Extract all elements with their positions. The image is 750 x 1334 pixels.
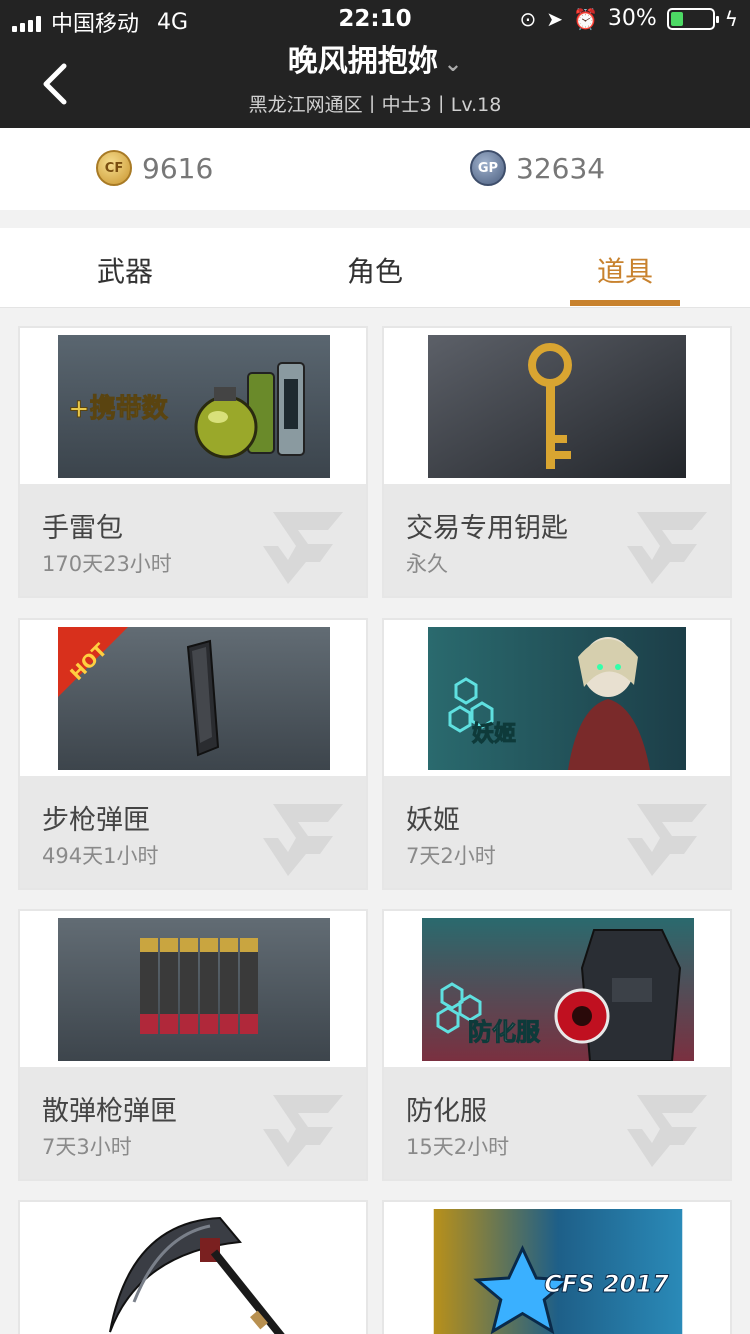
- page-title[interactable]: 晚风拥抱妳 ⌄: [0, 36, 750, 80]
- item-duration: 永久: [406, 552, 448, 576]
- cf-coin-icon: CF: [96, 150, 132, 186]
- active-tab-indicator: [570, 300, 680, 306]
- cf-points: CF 9616: [96, 150, 213, 186]
- item-card[interactable]: [18, 1200, 368, 1334]
- grenade-overlay-text: +携带数: [68, 393, 169, 424]
- battery-icon: [666, 7, 719, 30]
- item-card[interactable]: 防化服 防化服 15天2小时: [382, 909, 732, 1181]
- item-duration: 494天1小时: [42, 844, 159, 868]
- hazmat-overlay-text: 防化服: [468, 1018, 541, 1046]
- cfs-overlay-text: CFS 2017: [544, 1270, 669, 1298]
- character-image: 妖姬: [428, 627, 686, 770]
- item-thumbnail: [20, 911, 366, 1067]
- tab-characters[interactable]: 角色: [250, 250, 500, 290]
- scythe-image: [109, 1216, 285, 1334]
- cfs-2017-image: CFS 2017: [433, 1209, 683, 1334]
- gp-points: GP 32634: [470, 150, 605, 186]
- cf-watermark-icon: [253, 512, 343, 584]
- item-duration: 7天3小时: [42, 1135, 132, 1159]
- item-info: 妖姬 7天2小时: [384, 776, 730, 888]
- item-name: 交易专用钥匙: [406, 513, 568, 544]
- player-name: 晚风拥抱妳: [287, 44, 438, 79]
- currency-bar: CF 9616 GP 32634: [0, 128, 750, 210]
- item-card[interactable]: 交易专用钥匙 永久: [382, 326, 732, 598]
- charging-icon: ϟ: [724, 6, 738, 31]
- item-thumbnail: CFS 2017: [384, 1202, 730, 1334]
- item-thumbnail: [20, 1202, 366, 1334]
- cf-watermark-icon: [253, 804, 343, 876]
- item-thumbnail: HOT: [20, 620, 366, 776]
- item-info: 防化服 15天2小时: [384, 1067, 730, 1179]
- item-info: 交易专用钥匙 永久: [384, 484, 730, 596]
- status-right: ⊙ ➤ ⏰ 30% ϟ: [519, 6, 738, 31]
- category-tabs: 武器 角色 道具: [0, 228, 750, 308]
- item-info: 散弹枪弹匣 7天3小时: [20, 1067, 366, 1179]
- item-duration: 15天2小时: [406, 1135, 510, 1159]
- cf-watermark-icon: [617, 1095, 707, 1167]
- item-thumbnail: [384, 328, 730, 484]
- app-header: 中国移动 4G 22:10 ⊙ ➤ ⏰ 30% ϟ 晚风拥抱妳 ⌄ 黑龙江网通区丨…: [0, 0, 750, 128]
- cf-watermark-icon: [253, 1095, 343, 1167]
- item-name: 防化服: [406, 1096, 487, 1127]
- rotation-lock-icon: ⊙: [519, 6, 537, 31]
- rifle-magazine-image: HOT: [58, 627, 330, 770]
- gp-points-value: 32634: [516, 151, 606, 185]
- cf-watermark-icon: [617, 804, 707, 876]
- chevron-down-icon[interactable]: ⌄: [444, 52, 462, 77]
- cf-watermark-icon: [617, 512, 707, 584]
- item-thumbnail: 防化服: [384, 911, 730, 1067]
- item-info: 手雷包 170天23小时: [20, 484, 366, 596]
- grenade-pack-image: +携带数: [58, 335, 330, 478]
- character-overlay-text: 妖姬: [472, 721, 516, 747]
- player-info: 黑龙江网通区丨中士3丨Lv.18: [248, 94, 502, 116]
- hazmat-suit-image: 防化服: [422, 918, 694, 1061]
- item-name: 手雷包: [42, 513, 123, 544]
- item-duration: 7天2小时: [406, 844, 496, 868]
- location-icon: ➤: [546, 6, 563, 31]
- item-thumbnail: 妖姬: [384, 620, 730, 776]
- item-grid: +携带数 手雷包 170天23小时 交易专用钥匙 永久 HOT 步枪弹匣 494…: [0, 308, 750, 1334]
- item-card[interactable]: CFS 2017: [382, 1200, 732, 1334]
- item-card[interactable]: 妖姬 妖姬 7天2小时: [382, 618, 732, 890]
- battery-percent: 30%: [607, 6, 657, 31]
- item-thumbnail: +携带数: [20, 328, 366, 484]
- tab-items[interactable]: 道具: [500, 250, 750, 290]
- item-name: 步枪弹匣: [42, 805, 150, 836]
- gp-coin-icon: GP: [470, 150, 506, 186]
- cf-points-value: 9616: [142, 151, 214, 185]
- item-card[interactable]: HOT 步枪弹匣 494天1小时: [18, 618, 368, 890]
- tab-weapons[interactable]: 武器: [0, 250, 250, 290]
- shotgun-magazine-image: [58, 918, 330, 1061]
- alarm-icon: ⏰: [572, 6, 598, 31]
- item-name: 妖姬: [406, 805, 460, 836]
- item-info: 步枪弹匣 494天1小时: [20, 776, 366, 888]
- item-name: 散弹枪弹匣: [42, 1096, 177, 1127]
- trade-key-image: [428, 335, 686, 478]
- item-card[interactable]: +携带数 手雷包 170天23小时: [18, 326, 368, 598]
- status-bar: 中国移动 4G 22:10 ⊙ ➤ ⏰ 30% ϟ: [0, 0, 750, 40]
- item-card[interactable]: 散弹枪弹匣 7天3小时: [18, 909, 368, 1181]
- item-duration: 170天23小时: [42, 552, 172, 576]
